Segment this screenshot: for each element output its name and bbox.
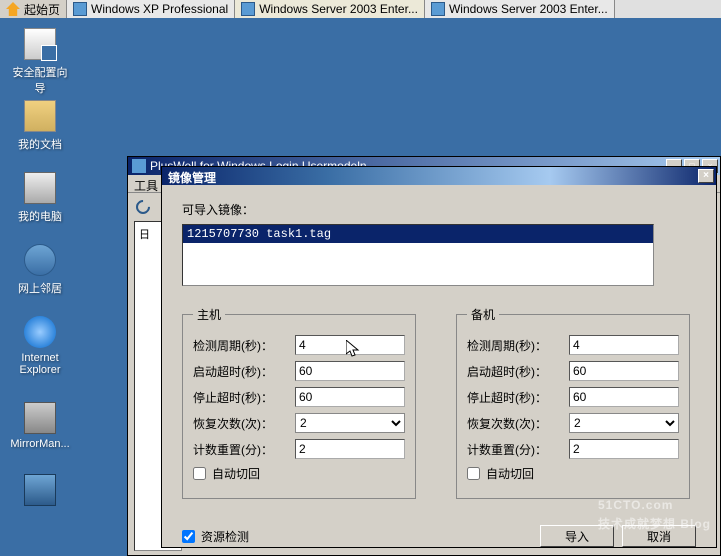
vm-tab-1[interactable]: Windows Server 2003 Enter...	[235, 0, 425, 18]
wizard-icon	[24, 28, 56, 60]
primary-recover-select[interactable]: 2	[295, 413, 405, 433]
app-icon	[132, 159, 146, 173]
desktop-icon-network[interactable]: 网上邻居	[8, 244, 72, 296]
primary-detect-input[interactable]	[295, 335, 405, 355]
autoswitch-label: 自动切回	[212, 465, 314, 482]
watermark-sub: 技术成就梦想 Blog	[598, 515, 711, 532]
resource-check-label: 资源检测	[201, 528, 249, 545]
app-icon	[24, 474, 56, 506]
recover-label: 恢复次数(次)：	[467, 415, 569, 432]
dialog-title-bar[interactable]: 镜像管理 ×	[162, 167, 716, 185]
watermark-main: 51CTO.com	[598, 498, 673, 512]
primary-reset-input[interactable]	[295, 439, 405, 459]
desktop-icon-documents[interactable]: 我的文档	[8, 100, 72, 152]
backup-reset-input[interactable]	[569, 439, 679, 459]
taskbar: 起始页 Windows XP Professional Windows Serv…	[0, 0, 721, 18]
home-icon	[6, 2, 20, 16]
recover-label: 恢复次数(次)：	[193, 415, 295, 432]
primary-autoswitch-checkbox[interactable]	[193, 467, 206, 480]
backup-legend: 备机	[467, 306, 499, 323]
import-listbox[interactable]: 1215707730 task1.tag	[182, 224, 654, 286]
icon-label: 网上邻居	[8, 280, 72, 296]
refresh-button[interactable]	[132, 196, 154, 218]
vm-icon	[73, 2, 87, 16]
resource-check-checkbox[interactable]	[182, 530, 195, 543]
documents-icon	[24, 100, 56, 132]
detect-label: 检测周期(秒)：	[193, 337, 295, 354]
start-label: 启动超时(秒)：	[467, 363, 569, 380]
start-label: 启动超时(秒)：	[193, 363, 295, 380]
refresh-icon	[133, 197, 153, 217]
backup-detect-input[interactable]	[569, 335, 679, 355]
backup-stop-input[interactable]	[569, 387, 679, 407]
network-icon	[24, 244, 56, 276]
watermark: 51CTO.com 技术成就梦想 Blog	[598, 489, 711, 532]
home-label: 起始页	[24, 1, 60, 18]
vm-tab-label: Windows Server 2003 Enter...	[449, 2, 608, 16]
vm-icon	[431, 2, 445, 16]
backup-recover-select[interactable]: 2	[569, 413, 679, 433]
dialog-body: 可导入镜像： 1215707730 task1.tag 主机 检测周期(秒)： …	[162, 185, 716, 515]
vm-tab-label: Windows XP Professional	[91, 2, 228, 16]
desktop-icon-app[interactable]	[8, 474, 72, 510]
stop-label: 停止超时(秒)：	[193, 389, 295, 406]
stop-label: 停止超时(秒)：	[467, 389, 569, 406]
list-item[interactable]: 1215707730 task1.tag	[183, 225, 653, 243]
desktop-icon-computer[interactable]: 我的电脑	[8, 172, 72, 224]
desktop-icon-ie[interactable]: Internet Explorer	[8, 316, 72, 376]
menu-tools[interactable]: 工具	[134, 179, 158, 193]
dialog-close-button[interactable]: ×	[698, 169, 714, 183]
vm-tab-2[interactable]: Windows Server 2003 Enter...	[425, 0, 615, 18]
primary-start-input[interactable]	[295, 361, 405, 381]
vm-tab-0[interactable]: Windows XP Professional	[67, 0, 235, 18]
icon-label: 我的文档	[8, 136, 72, 152]
primary-stop-input[interactable]	[295, 387, 405, 407]
reset-label: 计数重置(分)：	[467, 441, 569, 458]
ie-icon	[24, 316, 56, 348]
vm-icon	[241, 2, 255, 16]
desktop-icon-mirror[interactable]: MirrorMan...	[8, 402, 72, 450]
icon-label: MirrorMan...	[8, 438, 72, 450]
mirror-icon	[24, 402, 56, 434]
dialog-title: 镜像管理	[168, 171, 216, 185]
importable-label: 可导入镜像：	[182, 201, 696, 218]
autoswitch-label: 自动切回	[486, 465, 588, 482]
computer-icon	[24, 172, 56, 204]
primary-group: 主机 检测周期(秒)： 启动超时(秒)： 停止超时(秒)： 恢复次数(次)：2 …	[182, 306, 416, 499]
backup-group: 备机 检测周期(秒)： 启动超时(秒)： 停止超时(秒)： 恢复次数(次)：2 …	[456, 306, 690, 499]
detect-label: 检测周期(秒)：	[467, 337, 569, 354]
primary-legend: 主机	[193, 306, 225, 323]
vm-tab-label: Windows Server 2003 Enter...	[259, 2, 418, 16]
icon-label: Internet Explorer	[8, 352, 72, 376]
icon-label: 我的电脑	[8, 208, 72, 224]
backup-autoswitch-checkbox[interactable]	[467, 467, 480, 480]
home-tab[interactable]: 起始页	[0, 0, 67, 18]
desktop-icon-wizard[interactable]: 安全配置向导	[8, 28, 72, 96]
icon-label: 安全配置向导	[8, 64, 72, 96]
backup-start-input[interactable]	[569, 361, 679, 381]
reset-label: 计数重置(分)：	[193, 441, 295, 458]
